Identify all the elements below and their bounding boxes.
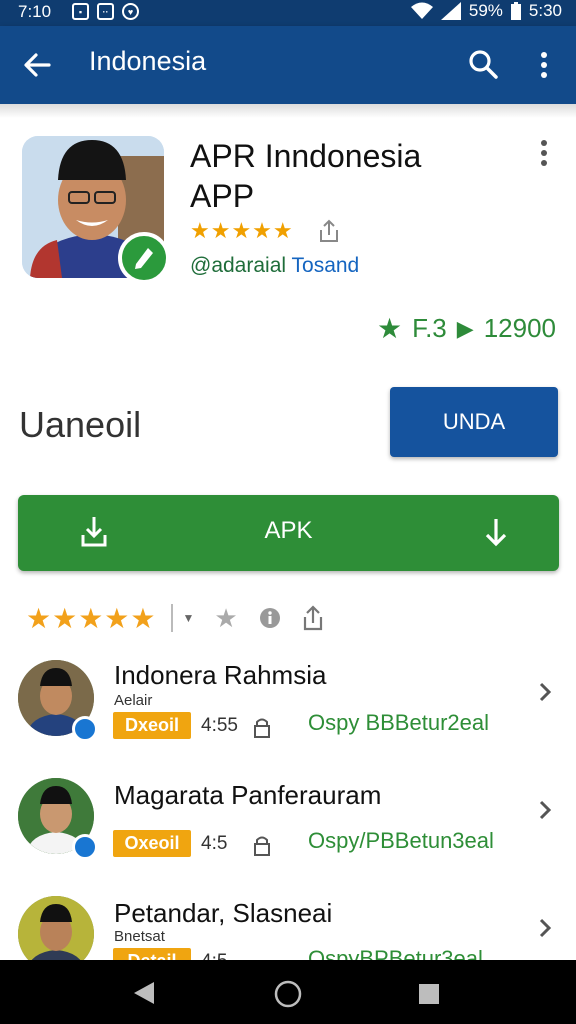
share-icon[interactable] [302, 605, 324, 631]
status-clock: 5:30 [528, 1, 562, 20]
lock-icon [254, 718, 270, 738]
list-item-subtitle: Bnetsat [114, 928, 165, 945]
list-item-title: Magarata Panferauram [114, 780, 382, 810]
screen: 7:10 ▪ ·· ♥ 59% 5:30 Indonesia APR Inndo… [0, 0, 576, 1024]
list-item-badge: Oxeoil [113, 830, 191, 857]
unda-button-label: UNDA [442, 409, 506, 434]
app-more-icon[interactable] [538, 138, 550, 168]
wifi-icon [410, 2, 433, 19]
chevron-right-icon[interactable] [537, 916, 553, 940]
list-item-rating: 4:5 [201, 833, 228, 854]
share-icon[interactable] [318, 219, 340, 243]
developer-name[interactable]: @adaraial Tosand [190, 254, 359, 278]
star-icon: ★ [376, 313, 403, 344]
status-right: 59% 5:30 [410, 1, 562, 21]
status-bar: 7:10 ▪ ·· ♥ 59% 5:30 [0, 0, 576, 26]
heart-icon: ♥ [122, 3, 139, 20]
notification-icons: ▪ ·· ♥ [72, 3, 139, 20]
app-bar-title: Indonesia [89, 46, 207, 76]
stat-downloads: 12900 [483, 313, 556, 343]
list-item-title: Indonera Rahmsia [114, 660, 327, 690]
section-title: Uaneoil [19, 404, 142, 445]
system-nav-bar [0, 960, 576, 1024]
messenger-icon: ·· [97, 3, 114, 20]
list-item-subtitle: Aelair [114, 692, 153, 709]
user-badge-icon [72, 834, 98, 860]
header-shadow [0, 104, 576, 118]
search-icon[interactable] [467, 48, 499, 80]
list-item[interactable]: Magarata Panferauram Oxeoil 4:5 Ospy/PBB… [0, 778, 576, 896]
star-outline-icon[interactable]: ★ [214, 603, 237, 634]
list-item-link[interactable]: Ospy BBBetur2eal [308, 710, 489, 736]
list-item[interactable]: Indonera Rahmsia Aelair Dxeoil 4:55 Ospy… [0, 660, 576, 778]
download-button-label: APK [264, 517, 313, 544]
chevron-right-icon[interactable] [537, 680, 553, 704]
action-row: ★★★★★ ▼ ★ [26, 600, 344, 636]
app-bar: Indonesia [0, 26, 576, 104]
unda-button[interactable]: UNDA [390, 387, 558, 457]
chevron-right-icon[interactable] [537, 798, 553, 822]
list-item-rating: 4:55 [201, 715, 238, 736]
download-arrow-icon [485, 519, 507, 547]
download-apk-button[interactable]: APK [18, 495, 559, 571]
battery-percent: 59% [468, 1, 503, 20]
status-time: 7:10 [18, 2, 52, 21]
more-vert-icon[interactable] [538, 50, 550, 80]
back-arrow-icon[interactable] [22, 50, 52, 80]
lock-icon [254, 836, 270, 856]
dropdown-icon[interactable]: ▼ [183, 611, 195, 625]
developer-handle: @adaraial [190, 254, 287, 277]
nav-back-icon[interactable] [132, 980, 156, 1006]
chevron-right-icon: ▶ [456, 315, 474, 341]
nav-recents-icon[interactable] [418, 983, 440, 1005]
info-icon[interactable] [258, 606, 282, 630]
divider [170, 604, 173, 632]
verified-badge-icon [118, 232, 170, 284]
gallery-icon: ▪ [72, 3, 89, 20]
rate-stars[interactable]: ★★★★★ [26, 602, 157, 635]
signal-icon [440, 2, 461, 20]
list-item-title: Petandar, Slasneai [114, 898, 333, 928]
app-rating-stars: ★★★★★ [190, 218, 294, 243]
user-badge-icon [72, 716, 98, 742]
list-item-badge: Dxeoil [113, 712, 191, 739]
app-name: APR Inndonesia APP [190, 138, 422, 214]
stat-rating: F.3 [412, 313, 447, 343]
developer-location: Tosand [291, 254, 360, 277]
nav-home-icon[interactable] [274, 980, 302, 1008]
battery-icon [510, 2, 521, 20]
app-stats: ★ F.3 ▶ 12900 [377, 312, 556, 345]
list-item-link[interactable]: Ospy/PBBetun3eal [308, 828, 494, 854]
